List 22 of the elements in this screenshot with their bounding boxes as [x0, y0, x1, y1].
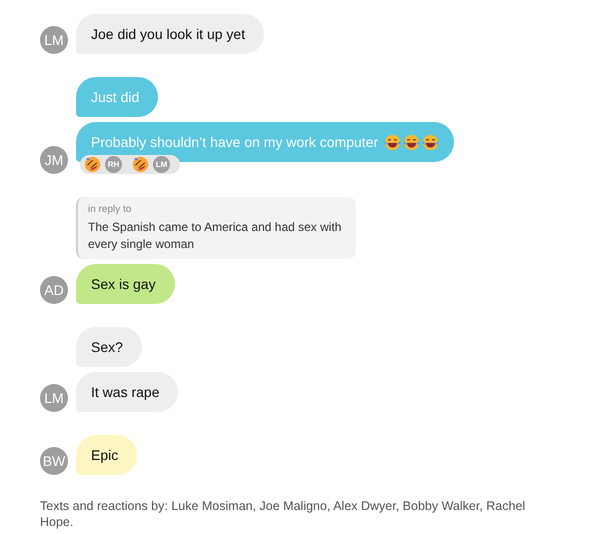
avatar: BW [40, 447, 68, 475]
avatar: JM [40, 146, 68, 174]
rolling-laugh-icon [132, 156, 149, 173]
reactor-avatar: RH [105, 156, 122, 173]
avatar: LM [40, 26, 68, 54]
quoted-text: The Spanish came to America and had sex with every single woman [88, 219, 342, 253]
reactor-avatar: LM [153, 156, 170, 173]
message-bubble: Sex is gay [76, 264, 175, 304]
message-bubble: It was rape [76, 372, 178, 412]
reply-label: in reply to [88, 204, 132, 215]
message-bubble: Epic [76, 435, 138, 475]
credits-text: Texts and reactions by: Luke Mosiman, Joe Maligno, Alex Dwyer, Bobby Walker, Rachel Hope. [40, 498, 526, 530]
rolling-laugh-icon [84, 156, 101, 173]
laughing-face-icon [403, 134, 420, 150]
message-bubble: Probably shouldn’t have on my work computer [76, 122, 454, 162]
laughing-face-icon [422, 134, 440, 150]
avatar: LM [40, 384, 68, 412]
message-bubble: Just did [76, 77, 158, 117]
laughing-face-icon [384, 134, 402, 150]
message-bubble: Joe did you look it up yet [76, 14, 264, 54]
avatar: AD [40, 276, 68, 304]
message-bubble: Sex? [76, 327, 142, 367]
